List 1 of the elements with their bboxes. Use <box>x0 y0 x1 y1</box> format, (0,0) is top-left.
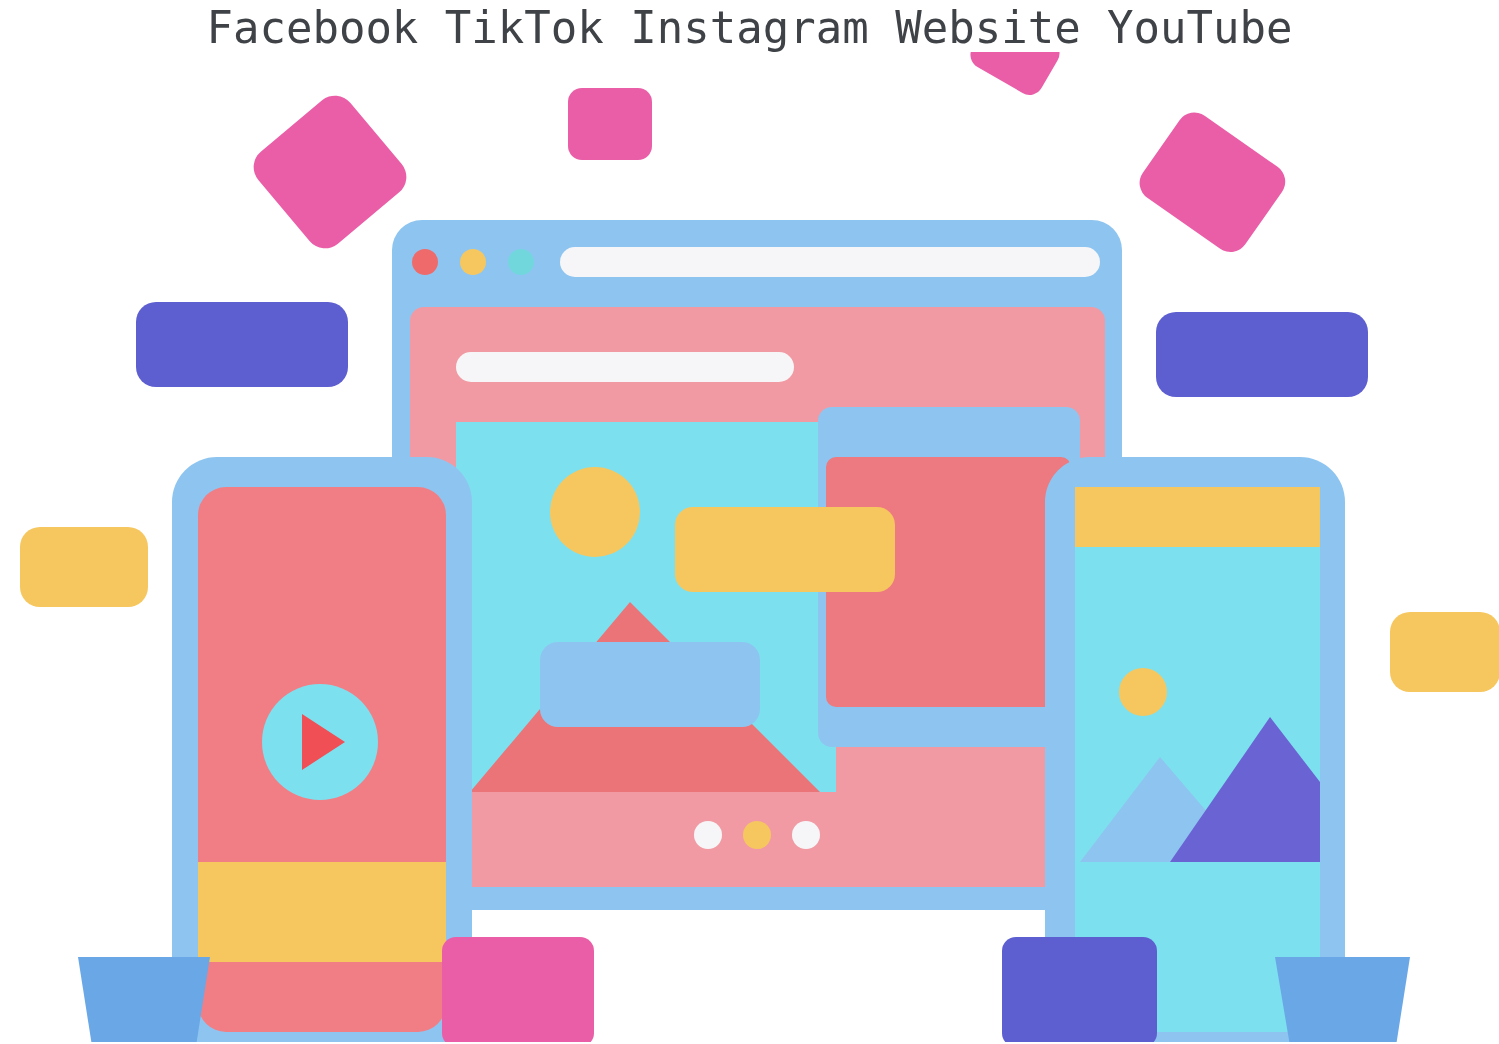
page-heading: Facebook TikTok Instagram Website YouTube <box>206 1 1293 53</box>
